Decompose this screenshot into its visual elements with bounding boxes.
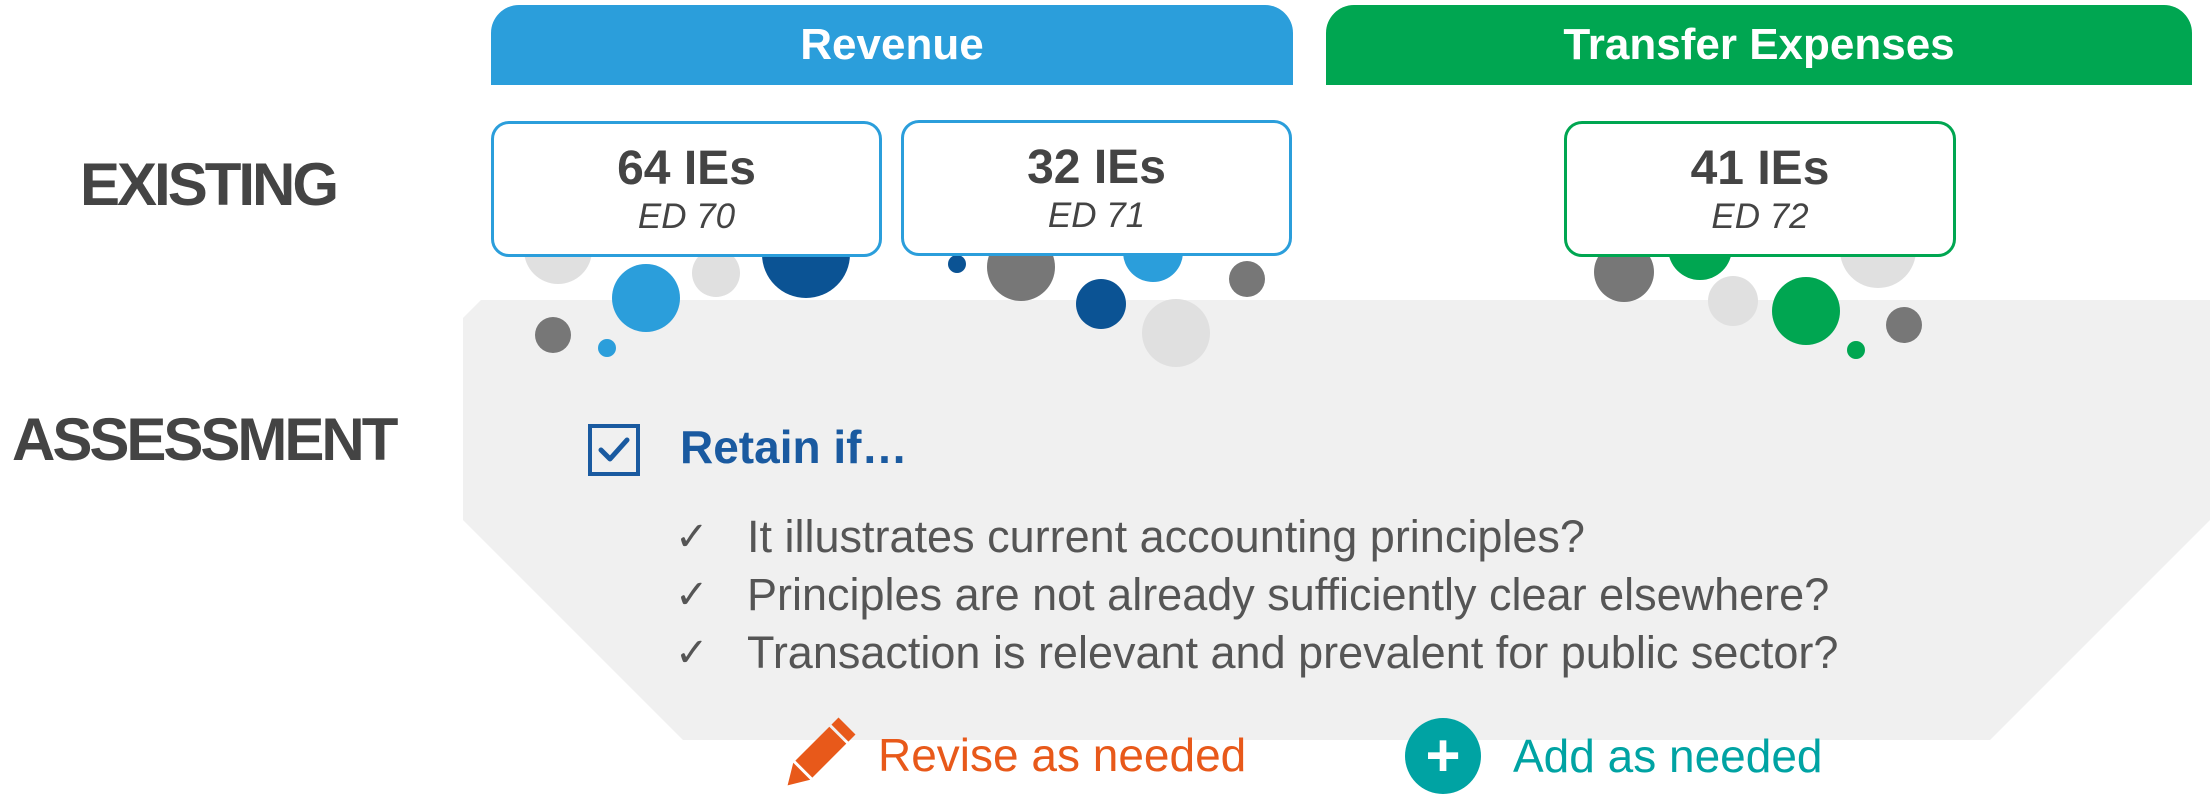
- criterion-text: It illustrates current accounting princi…: [747, 511, 1585, 562]
- ie-ed-label: ED 71: [1047, 196, 1146, 235]
- retain-title: Retain if…: [680, 421, 908, 473]
- pencil-icon: [787, 717, 856, 786]
- dot: [948, 255, 966, 273]
- dot: [612, 264, 680, 332]
- ie-count: 64 IEs: [617, 142, 756, 195]
- ie-count: 41 IEs: [1690, 142, 1830, 195]
- checkbox-checked-icon: [588, 424, 640, 476]
- ie-ed-label: ED 70: [637, 197, 736, 236]
- dot: [1847, 341, 1865, 359]
- criterion-text: Principles are not already sufficiently …: [747, 569, 1830, 620]
- criteria-list: ✓ It illustrates current accounting prin…: [675, 508, 1838, 682]
- check-mark-icon: ✓: [675, 630, 709, 676]
- ie-box-ed70: 64 IEs ED 70: [491, 121, 882, 257]
- list-item: ✓ It illustrates current accounting prin…: [675, 508, 1838, 566]
- dot: [1772, 277, 1840, 345]
- dot: [1886, 307, 1922, 343]
- dot: [598, 339, 616, 357]
- dot: [1708, 276, 1758, 326]
- ie-box-ed72: 41 IEs ED 72: [1564, 121, 1956, 257]
- check-mark-icon: ✓: [675, 572, 709, 618]
- check-mark-icon: ✓: [675, 514, 709, 560]
- list-item: ✓ Principles are not already sufficientl…: [675, 566, 1838, 624]
- dot: [535, 317, 571, 353]
- criterion-text: Transaction is relevant and prevalent fo…: [747, 627, 1839, 678]
- dot: [1142, 299, 1210, 367]
- ie-ed-label: ED 72: [1711, 197, 1809, 236]
- ie-box-ed71: 32 IEs ED 71: [901, 120, 1292, 256]
- add-as-needed: + Add as needed: [1405, 718, 1823, 794]
- dot: [1229, 261, 1265, 297]
- dot: [1076, 279, 1126, 329]
- add-label: Add as needed: [1513, 730, 1823, 782]
- plus-circle-icon: +: [1405, 718, 1481, 794]
- revise-as-needed: Revise as needed: [778, 712, 1246, 798]
- list-item: ✓ Transaction is relevant and prevalent …: [675, 624, 1838, 682]
- revise-label: Revise as needed: [878, 729, 1247, 781]
- ie-count: 32 IEs: [1027, 141, 1166, 194]
